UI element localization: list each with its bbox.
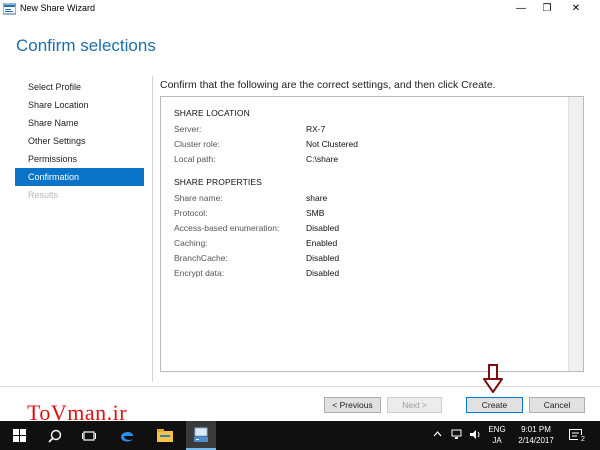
chevron-up-icon[interactable] bbox=[433, 430, 442, 450]
wizard-steps-nav: Select Profile Share Location Share Name… bbox=[15, 78, 144, 204]
nav-item-share-location[interactable]: Share Location bbox=[15, 96, 144, 114]
summary-row: Caching: Enabled bbox=[174, 238, 564, 252]
summary-row: Share name: share bbox=[174, 193, 564, 207]
nav-item-permissions[interactable]: Permissions bbox=[15, 150, 144, 168]
instruction-text: Confirm that the following are the corre… bbox=[160, 79, 496, 91]
summary-row: Protocol: SMB bbox=[174, 208, 564, 222]
row-value: Disabled bbox=[306, 253, 340, 263]
network-icon[interactable] bbox=[451, 429, 463, 450]
row-key: Server: bbox=[174, 124, 202, 134]
nav-divider bbox=[152, 76, 153, 382]
row-value: Enabled bbox=[306, 238, 338, 248]
next-button[interactable]: Next > bbox=[387, 397, 442, 413]
task-view-icon[interactable] bbox=[74, 421, 104, 450]
language-indicator-top[interactable]: ENG bbox=[487, 425, 507, 435]
row-key: Access-based enumeration: bbox=[174, 223, 280, 233]
windows-start-icon[interactable] bbox=[4, 421, 34, 450]
nav-item-select-profile[interactable]: Select Profile bbox=[15, 78, 144, 96]
maximize-button[interactable]: ❐ bbox=[536, 0, 558, 18]
section-title-share-location: SHARE LOCATION bbox=[174, 108, 250, 118]
row-value: C:\share bbox=[306, 154, 339, 164]
row-key: Encrypt data: bbox=[174, 268, 225, 278]
nav-item-share-name[interactable]: Share Name bbox=[15, 114, 144, 132]
settings-summary-box[interactable]: SHARE LOCATION Server: RX-7 Cluster role… bbox=[160, 96, 584, 372]
cancel-button[interactable]: Cancel bbox=[529, 397, 585, 413]
row-key: BranchCache: bbox=[174, 253, 228, 263]
row-value: SMB bbox=[306, 208, 325, 218]
row-key: Cluster role: bbox=[174, 139, 220, 149]
summary-row: Access-based enumeration: Disabled bbox=[174, 223, 564, 237]
title-bar: New Share Wizard — ❐ ✕ bbox=[0, 0, 600, 18]
window-title: New Share Wizard bbox=[20, 3, 96, 13]
summary-row: BranchCache: Disabled bbox=[174, 253, 564, 267]
notification-count-badge: 2 bbox=[578, 435, 588, 445]
row-key: Share name: bbox=[174, 193, 223, 203]
nav-item-other-settings[interactable]: Other Settings bbox=[15, 132, 144, 150]
language-indicator-bottom[interactable]: JA bbox=[487, 436, 507, 446]
summary-content: SHARE LOCATION Server: RX-7 Cluster role… bbox=[162, 98, 569, 370]
row-value: Not Clustered bbox=[306, 139, 358, 149]
close-button[interactable]: ✕ bbox=[565, 0, 587, 18]
create-button[interactable]: Create bbox=[466, 397, 523, 413]
nav-item-results: Results bbox=[28, 190, 59, 200]
minimize-button[interactable]: — bbox=[510, 0, 532, 18]
edge-icon[interactable] bbox=[112, 421, 142, 450]
server-manager-icon[interactable] bbox=[186, 421, 216, 450]
page-heading: Confirm selections bbox=[16, 36, 156, 55]
nav-item-confirmation[interactable]: Confirmation bbox=[15, 168, 144, 186]
summary-row: Encrypt data: Disabled bbox=[174, 268, 564, 282]
row-value: Disabled bbox=[306, 223, 340, 233]
summary-row: Local path: C:\share bbox=[174, 154, 564, 168]
previous-button[interactable]: < Previous bbox=[324, 397, 381, 413]
footer-divider bbox=[0, 386, 600, 387]
row-key: Caching: bbox=[174, 238, 208, 248]
summary-row: Server: RX-7 bbox=[174, 124, 564, 138]
down-arrow-annotation-icon bbox=[483, 364, 503, 393]
clock-date[interactable]: 2/14/2017 bbox=[513, 436, 559, 446]
volume-icon[interactable] bbox=[469, 429, 481, 450]
search-icon[interactable] bbox=[40, 421, 70, 450]
row-value: Disabled bbox=[306, 268, 340, 278]
clock-time[interactable]: 9:01 PM bbox=[513, 425, 559, 435]
row-value: RX-7 bbox=[306, 124, 326, 134]
summary-row: Cluster role: Not Clustered bbox=[174, 139, 564, 153]
section-title-share-properties: SHARE PROPERTIES bbox=[174, 177, 262, 187]
file-explorer-icon[interactable] bbox=[150, 421, 180, 450]
share-wizard-icon bbox=[3, 3, 16, 15]
taskbar: ENG JA 9:01 PM 2/14/2017 2 bbox=[0, 421, 600, 450]
row-key: Local path: bbox=[174, 154, 216, 164]
summary-scrollbar[interactable] bbox=[568, 97, 583, 371]
row-key: Protocol: bbox=[174, 208, 208, 218]
row-value: share bbox=[306, 193, 328, 203]
